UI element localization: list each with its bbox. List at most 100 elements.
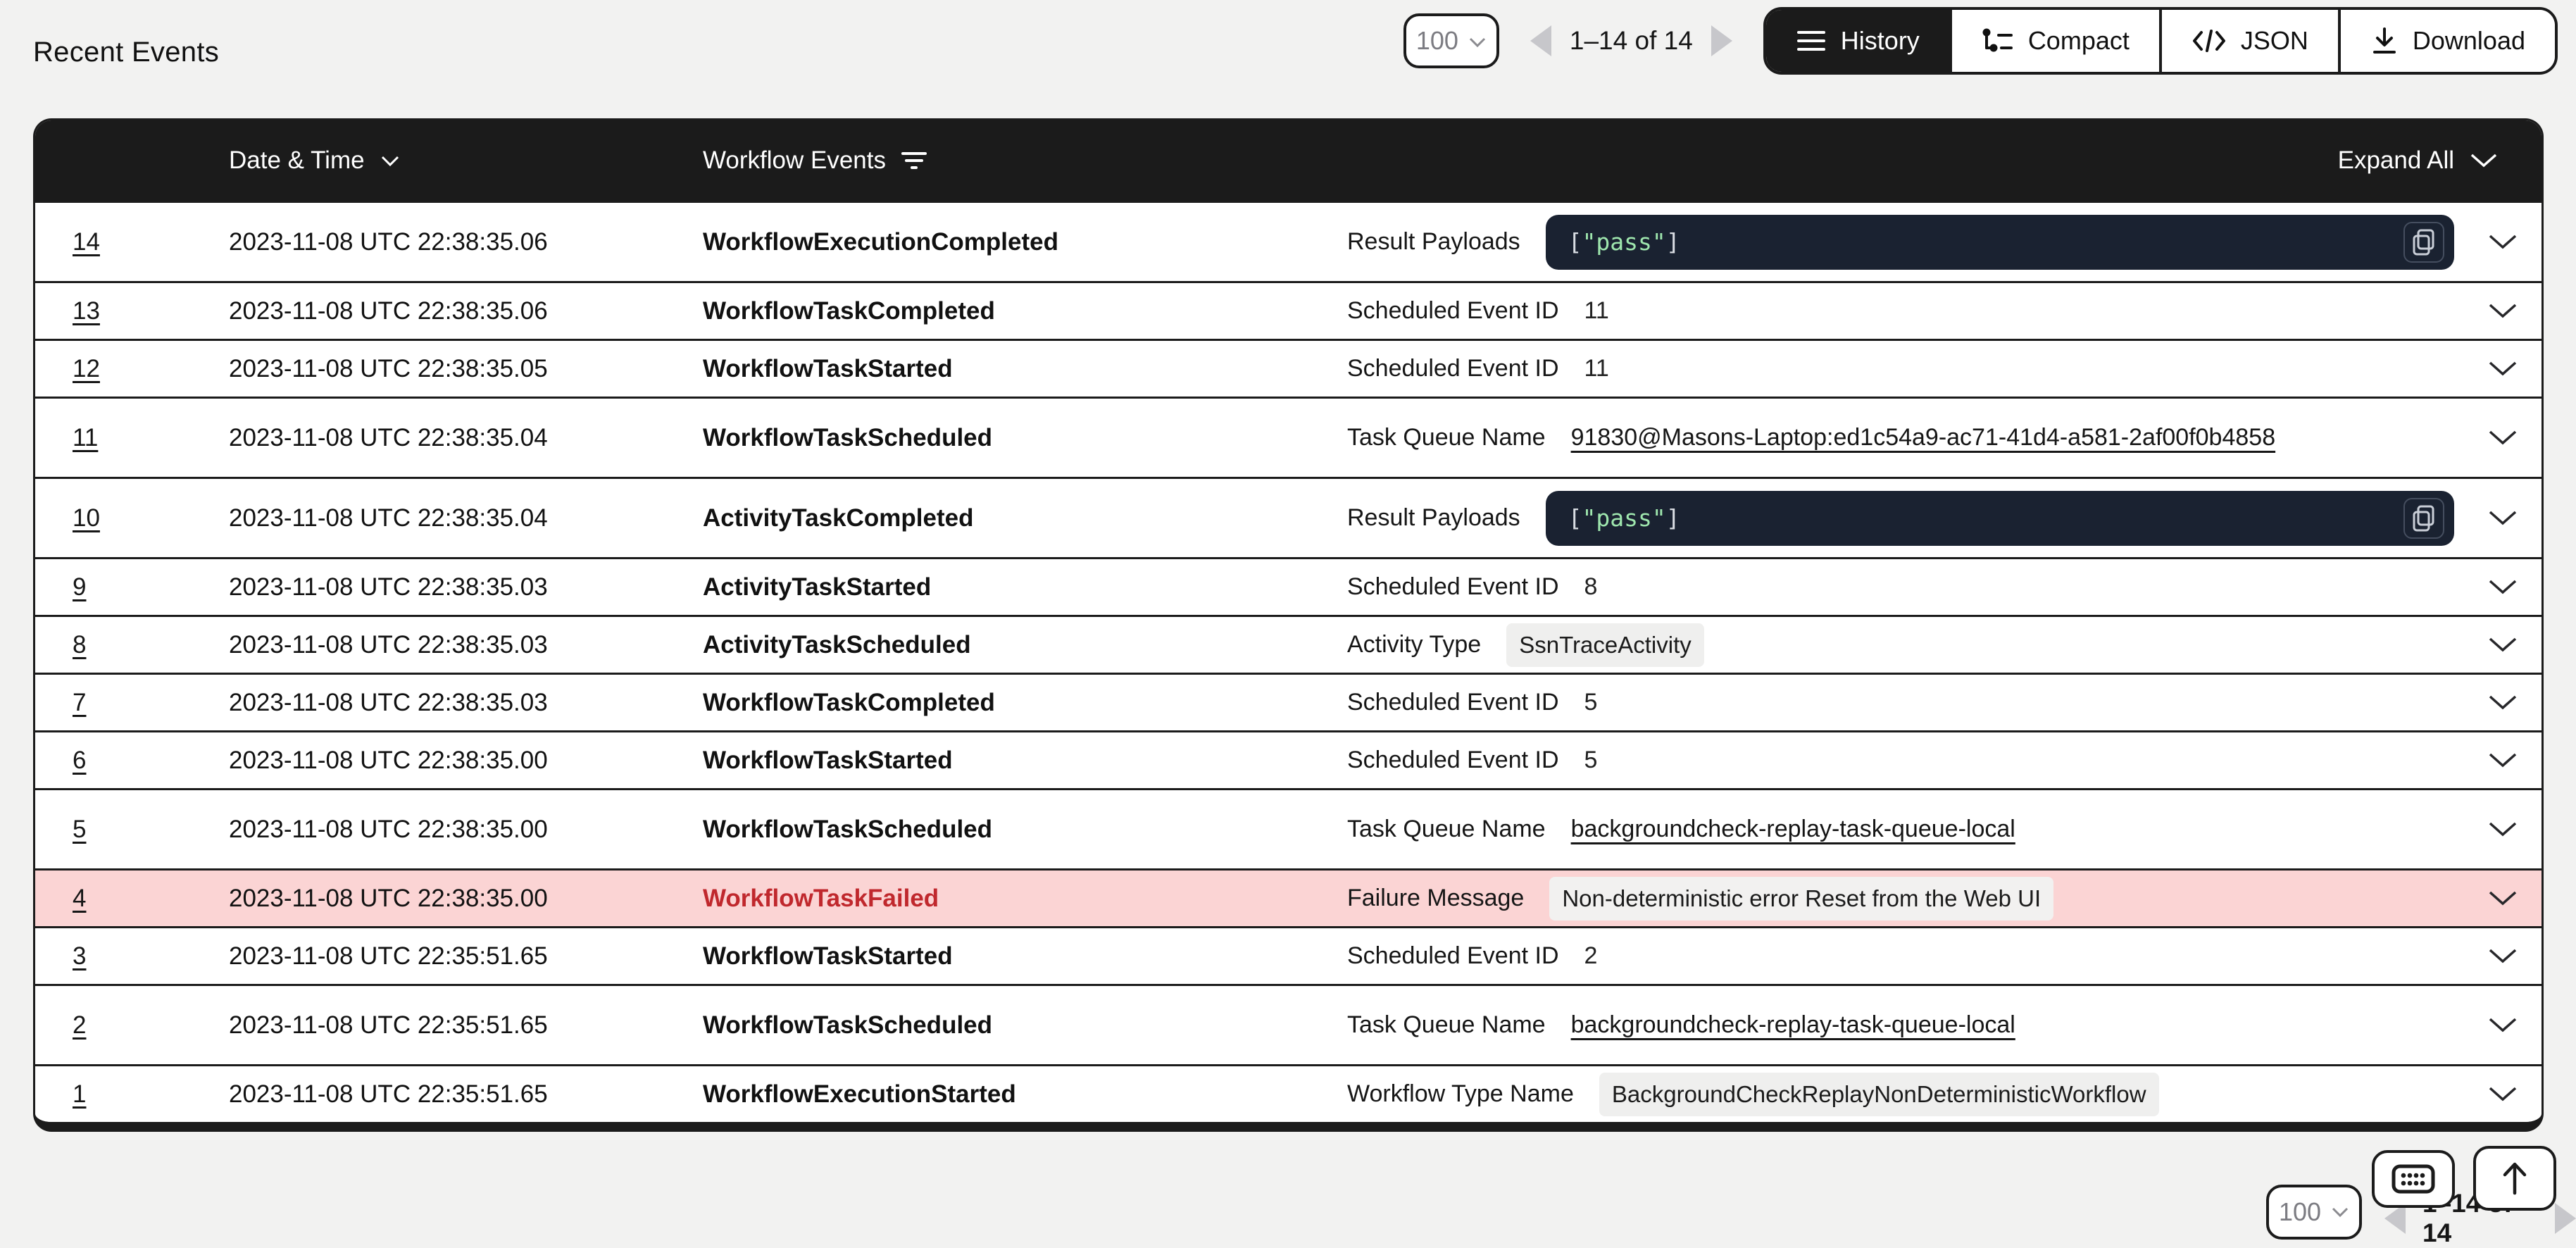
- table-row[interactable]: 6 2023-11-08 UTC 22:38:35.00 WorkflowTas…: [35, 730, 2541, 788]
- table-row[interactable]: 8 2023-11-08 UTC 22:38:35.03 ActivityTas…: [35, 615, 2541, 673]
- event-name: WorkflowTaskFailed: [703, 885, 1347, 913]
- copy-button[interactable]: [2403, 498, 2444, 539]
- payload-code-block: ["pass"]: [1546, 215, 2454, 270]
- event-id-link[interactable]: 6: [73, 747, 86, 774]
- next-page-button-bottom[interactable]: [2555, 1203, 2576, 1234]
- compact-button[interactable]: Compact: [1949, 10, 2159, 72]
- event-id-link[interactable]: 14: [73, 228, 100, 256]
- event-id-link[interactable]: 11: [73, 424, 98, 451]
- row-expand-chevron-icon[interactable]: [2488, 510, 2518, 526]
- table-row[interactable]: 11 2023-11-08 UTC 22:38:35.04 WorkflowTa…: [35, 397, 2541, 477]
- detail-value-link[interactable]: backgroundcheck-replay-task-queue-local: [1571, 816, 2015, 843]
- copy-icon: [2412, 229, 2436, 256]
- history-button[interactable]: History: [1766, 10, 1949, 72]
- event-detail: Scheduled Event ID 8 []: [1347, 573, 2464, 601]
- event-detail: Scheduled Event ID 2 []: [1347, 942, 2464, 970]
- event-id-link[interactable]: 5: [73, 816, 86, 843]
- json-button[interactable]: JSON: [2159, 10, 2338, 72]
- payload-string: "pass": [1582, 228, 1666, 256]
- table-row[interactable]: 3 2023-11-08 UTC 22:35:51.65 WorkflowTas…: [35, 926, 2541, 984]
- table-row[interactable]: 14 2023-11-08 UTC 22:38:35.06 WorkflowEx…: [35, 201, 2541, 281]
- sort-chevron-icon[interactable]: [380, 155, 400, 167]
- row-expand-chevron-icon[interactable]: [2488, 694, 2518, 711]
- table-row[interactable]: 7 2023-11-08 UTC 22:38:35.03 WorkflowTas…: [35, 673, 2541, 730]
- per-page-select-bottom[interactable]: 100: [2266, 1185, 2362, 1240]
- event-id-link[interactable]: 8: [73, 631, 86, 659]
- table-row[interactable]: 1 2023-11-08 UTC 22:35:51.65 WorkflowExe…: [35, 1064, 2541, 1122]
- detail-label: Scheduled Event ID: [1347, 573, 1559, 601]
- event-time: 2023-11-08 UTC 22:38:35.00: [229, 747, 703, 775]
- detail-label: Task Queue Name: [1347, 816, 1546, 843]
- table-row[interactable]: 10 2023-11-08 UTC 22:38:35.04 ActivityTa…: [35, 477, 2541, 557]
- copy-icon: [2412, 505, 2436, 532]
- row-expand-chevron-icon[interactable]: [2488, 948, 2518, 964]
- payload-string: "pass": [1582, 504, 1666, 532]
- event-detail: Result Payloads ["pass"]: [1347, 491, 2464, 546]
- table-row[interactable]: 9 2023-11-08 UTC 22:38:35.03 ActivityTas…: [35, 557, 2541, 615]
- event-time: 2023-11-08 UTC 22:38:35.03: [229, 631, 703, 659]
- next-page-button[interactable]: [1711, 25, 1732, 56]
- download-button[interactable]: Download: [2338, 10, 2555, 72]
- detail-value-badge: Non-deterministic error Reset from the W…: [1549, 877, 2053, 921]
- event-time: 2023-11-08 UTC 22:38:35.03: [229, 573, 703, 601]
- detail-value-text: 11: [1584, 355, 1609, 382]
- event-detail: Task Queue Name backgroundcheck-replay-t…: [1347, 1011, 2464, 1039]
- table-row[interactable]: 5 2023-11-08 UTC 22:38:35.00 WorkflowTas…: [35, 788, 2541, 868]
- table-row[interactable]: 12 2023-11-08 UTC 22:38:35.05 WorkflowTa…: [35, 339, 2541, 397]
- pagination-label: 1–14 of 14: [1570, 26, 1693, 56]
- up-arrow-icon: [2501, 1161, 2529, 1196]
- recent-events-table: Date & Time Workflow Events Expand All 1…: [33, 118, 2544, 1132]
- event-id-link[interactable]: 1: [73, 1080, 86, 1108]
- view-switcher: History Compact JSON Download: [1763, 7, 2558, 75]
- table-row[interactable]: 4 2023-11-08 UTC 22:38:35.00 WorkflowTas…: [35, 868, 2541, 926]
- detail-label: Scheduled Event ID: [1347, 747, 1559, 774]
- event-time: 2023-11-08 UTC 22:35:51.65: [229, 1011, 703, 1040]
- per-page-select[interactable]: 100: [1403, 13, 1499, 68]
- detail-value-badge: BackgroundCheckReplayNonDeterministicWor…: [1599, 1073, 2159, 1116]
- detail-label: Scheduled Event ID: [1347, 297, 1559, 325]
- event-id-link[interactable]: 12: [73, 355, 100, 382]
- event-id-link[interactable]: 7: [73, 689, 86, 716]
- history-button-label: History: [1841, 26, 1920, 56]
- detail-value-text: 2: [1584, 942, 1598, 970]
- event-id-link[interactable]: 13: [73, 297, 100, 325]
- row-expand-chevron-icon[interactable]: [2488, 361, 2518, 377]
- detail-label: Failure Message: [1347, 885, 1524, 912]
- event-detail: Failure Message Non-deterministic error …: [1347, 877, 2464, 921]
- event-id-link[interactable]: 2: [73, 1011, 86, 1039]
- row-expand-chevron-icon[interactable]: [2488, 1086, 2518, 1102]
- row-expand-chevron-icon[interactable]: [2488, 821, 2518, 837]
- payload-code-text: ["pass"]: [1568, 504, 1680, 532]
- event-name: WorkflowTaskStarted: [703, 942, 1347, 971]
- filter-icon[interactable]: [901, 151, 927, 170]
- event-detail: Activity Type SsnTraceActivity []: [1347, 623, 2464, 667]
- prev-page-button[interactable]: [1530, 25, 1551, 56]
- scroll-to-top-button[interactable]: [2473, 1146, 2556, 1211]
- row-expand-chevron-icon[interactable]: [2488, 1017, 2518, 1033]
- row-expand-chevron-icon[interactable]: [2488, 234, 2518, 250]
- date-time-header[interactable]: Date & Time: [229, 146, 703, 175]
- detail-label: Result Payloads: [1347, 504, 1520, 532]
- event-id-link[interactable]: 10: [73, 504, 100, 532]
- table-row[interactable]: 2 2023-11-08 UTC 22:35:51.65 WorkflowTas…: [35, 984, 2541, 1064]
- date-time-header-label: Date & Time: [229, 146, 365, 175]
- row-expand-chevron-icon[interactable]: [2488, 890, 2518, 906]
- row-expand-chevron-icon[interactable]: [2488, 637, 2518, 653]
- detail-value-link[interactable]: 91830@Masons-Laptop:ed1c54a9-ac71-41d4-a…: [1571, 424, 2276, 451]
- row-expand-chevron-icon[interactable]: [2488, 579, 2518, 595]
- keyboard-shortcuts-button[interactable]: [2372, 1150, 2455, 1208]
- detail-label: Scheduled Event ID: [1347, 942, 1559, 970]
- detail-value-link[interactable]: backgroundcheck-replay-task-queue-local: [1571, 1011, 2015, 1039]
- copy-button[interactable]: [2403, 222, 2444, 263]
- row-expand-chevron-icon[interactable]: [2488, 430, 2518, 446]
- detail-label: Task Queue Name: [1347, 424, 1546, 451]
- event-id-link[interactable]: 3: [73, 942, 86, 970]
- table-row[interactable]: 13 2023-11-08 UTC 22:38:35.06 WorkflowTa…: [35, 281, 2541, 339]
- tree-icon: [1982, 27, 2014, 55]
- event-id-link[interactable]: 9: [73, 573, 86, 601]
- row-expand-chevron-icon[interactable]: [2488, 303, 2518, 319]
- list-icon: [1796, 29, 1827, 53]
- row-expand-chevron-icon[interactable]: [2488, 752, 2518, 768]
- expand-all-button[interactable]: Expand All: [1347, 146, 2541, 175]
- event-id-link[interactable]: 4: [73, 885, 86, 912]
